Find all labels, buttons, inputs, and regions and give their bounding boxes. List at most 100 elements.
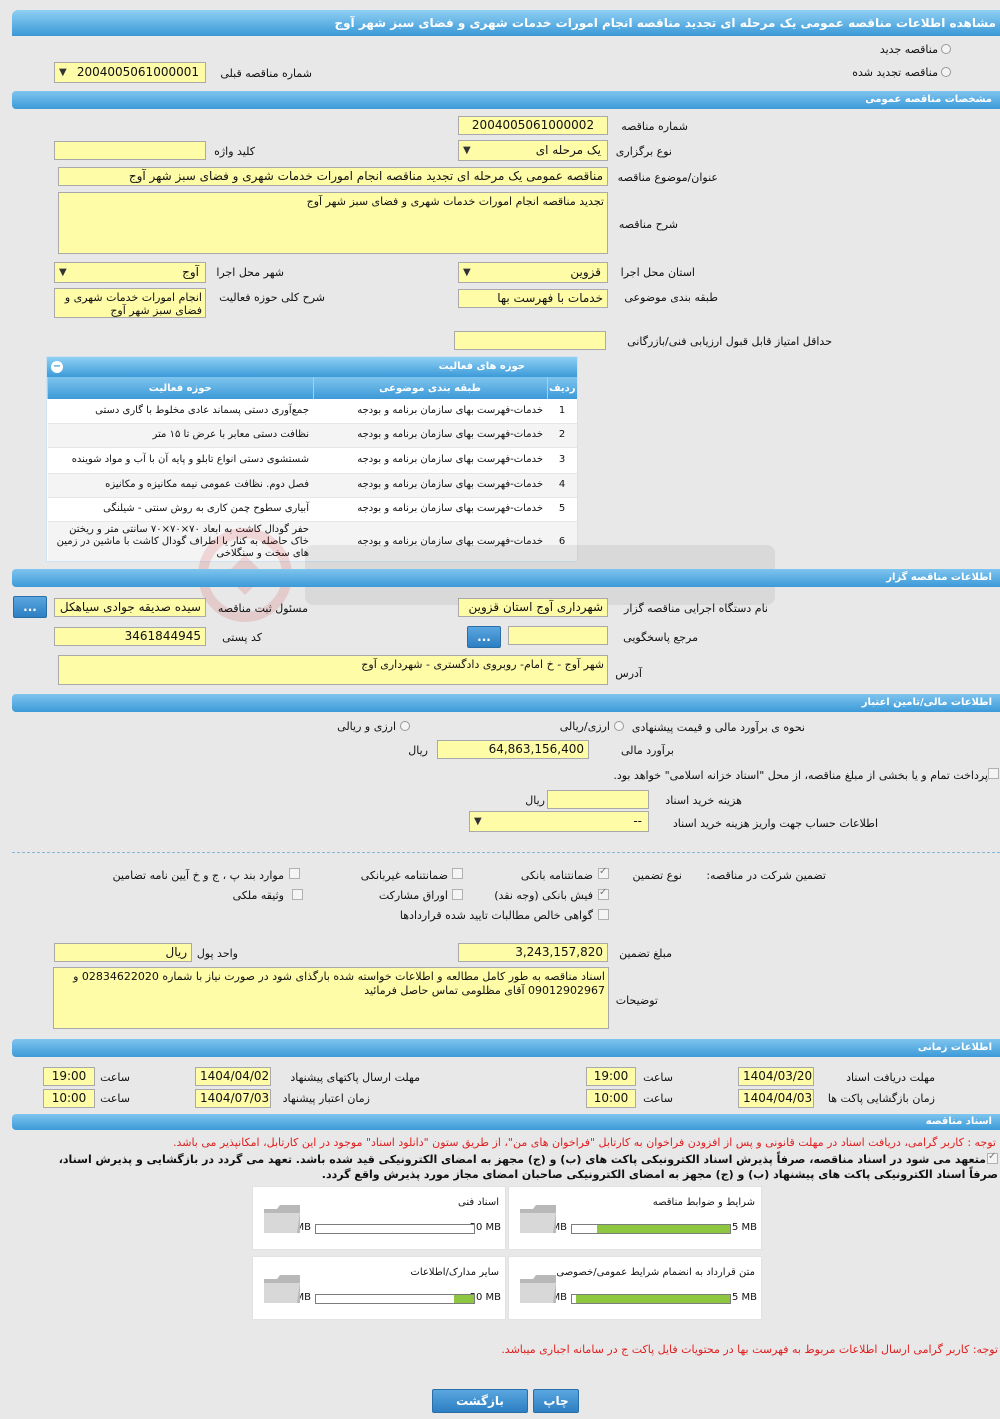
open-time-field[interactable]: 10:00	[586, 1089, 636, 1108]
clauses-checkbox[interactable]	[289, 868, 300, 879]
category-label: طبقه بندی موضوعی	[624, 291, 718, 304]
back-button[interactable]: بازگشت	[432, 1389, 528, 1413]
currency-rial-label: ارزی/ریالی	[559, 720, 610, 733]
new-tender-label: مناقصه جدید	[879, 43, 938, 56]
currency-and-rial-radio[interactable]	[400, 721, 410, 731]
estimate-field[interactable]: 64,863,156,400	[437, 740, 589, 759]
row-category: خدمات-فهرست بهای سازمان برنامه و بودجه	[313, 423, 547, 448]
file-card[interactable]: متن قرارداد به انضمام شرایط عمومی/خصوصی …	[508, 1256, 762, 1320]
tender-number-label: شماره مناقصه	[621, 120, 688, 133]
registrar-browse-button[interactable]: ...	[13, 596, 47, 618]
doc-cost-label: هزینه خرید اسناد	[665, 794, 742, 807]
min-score-input[interactable]	[454, 331, 606, 350]
open-label: زمان بازگشایی پاکت ها	[827, 1092, 935, 1105]
keyword-input[interactable]	[54, 141, 206, 160]
receive-time-field[interactable]: 19:00	[586, 1067, 636, 1086]
category-field[interactable]: خدمات با فهرست بها	[458, 289, 608, 308]
cash-checkbox[interactable]	[598, 887, 609, 900]
scope-textarea[interactable]: انجام امورات خدمات شهری و فضای سبز شهر آ…	[54, 288, 206, 318]
address-textarea[interactable]: شهر آوج - خ امام- روبروی دادگستری - شهرد…	[58, 655, 608, 685]
claims-checkbox[interactable]	[598, 909, 609, 920]
property-checkbox[interactable]	[292, 889, 303, 900]
validity-label: زمان اعتبار پیشنهاد	[282, 1092, 370, 1105]
currency-rial-radio[interactable]	[614, 721, 624, 731]
col-category: طبقه بندی موضوعی	[312, 377, 547, 399]
estimate-unit: ریال	[408, 744, 428, 757]
folder-icon	[264, 1205, 300, 1233]
renewed-tender-radio[interactable]	[941, 67, 951, 77]
print-button[interactable]: چاپ	[533, 1389, 579, 1413]
description-label: شرح مناقصه	[618, 218, 678, 231]
table-row: 2 خدمات-فهرست بهای سازمان برنامه و بودجه ن…	[47, 423, 577, 448]
tender-number-field[interactable]: 2004005061000002	[458, 116, 608, 135]
section-general: مشخصات مناقصه عمومی	[12, 91, 1000, 109]
nonbank-guarantee-checkbox[interactable]	[452, 868, 463, 879]
submit-time-label: ساعت	[100, 1071, 130, 1084]
file-card[interactable]: سایر مدارک/اطلاعات 50 MB 6.26 MB	[252, 1256, 506, 1320]
section-organizer: اطلاعات مناقصه گزار	[12, 569, 1000, 587]
guarantee-title: تضمین شرکت در مناقصه:	[706, 869, 826, 882]
postal-field[interactable]: 3461844945	[54, 627, 206, 646]
type-label: نوع برگزاری	[615, 145, 672, 158]
row-number: 1	[547, 399, 577, 424]
min-score-label: حداقل امتیاز قابل قبول ارزیابی فنی/بازرگ…	[627, 335, 832, 348]
new-tender-radio[interactable]	[941, 44, 951, 54]
file-card[interactable]: اسناد فنی 50 MB 0 MB	[252, 1186, 506, 1250]
file-card[interactable]: شرایط و ضوابط مناقصه 5 MB 4.2 MB	[508, 1186, 762, 1250]
claims-label: گواهی خالص مطالبات تایید شده قراردادها	[399, 909, 593, 922]
file-name: سایر مدارک/اطلاعات	[410, 1267, 499, 1278]
prev-number-value: 2004005061000001	[76, 65, 199, 79]
collapse-icon[interactable]: −	[51, 361, 63, 373]
row-number: 3	[547, 447, 577, 474]
file-progress-fill	[597, 1225, 730, 1233]
city-value: آوج	[182, 265, 199, 279]
subject-input[interactable]: مناقصه عمومی یک مرحله ای تجدید مناقصه ان…	[58, 167, 608, 186]
bonds-checkbox[interactable]	[452, 889, 463, 900]
guarantee-amount-field[interactable]: 3,243,157,820	[458, 943, 608, 962]
notes-textarea[interactable]: اسناد مناقصه به طور کامل مطالعه و اطلاعا…	[53, 967, 609, 1029]
validity-date-field[interactable]: 1404/07/03	[195, 1089, 271, 1108]
submit-date-field[interactable]: 1404/04/02	[195, 1067, 271, 1086]
commit-checkbox[interactable]	[987, 1151, 998, 1164]
prev-number-select[interactable]: 2004005061000001 ▼	[54, 62, 206, 83]
responder-label: مرجع پاسخگویی	[623, 631, 698, 644]
guarantee-amount-label: مبلغ تضمین	[619, 947, 672, 960]
renewed-tender-label: مناقصه تجدید شده	[852, 66, 938, 79]
docs-note: توجه : کاربر گرامی، دریافت اسناد در مهلت…	[172, 1136, 996, 1149]
account-select[interactable]: -- ▼	[469, 811, 649, 832]
bank-guarantee-checkbox[interactable]	[598, 866, 609, 879]
file-progress-fill	[575, 1295, 730, 1303]
col-activity: حوزه فعالیت	[47, 377, 313, 399]
receive-date-field[interactable]: 1404/03/20	[738, 1067, 814, 1086]
org-field[interactable]: شهرداری آوج استان قزوین	[458, 598, 608, 617]
row-activity: جمع‌آوری دستی پسماند عادی مخلوط با گاری …	[47, 399, 313, 424]
treasury-label: پرداخت تمام و یا بخشی از مبلغ مناقصه، از…	[613, 769, 988, 782]
row-number: 4	[547, 473, 577, 498]
row-activity: شستشوی دستی انواع تابلو و پایه آن با آب …	[47, 447, 313, 474]
doc-cost-input[interactable]	[547, 790, 649, 809]
responder-field[interactable]	[508, 626, 608, 645]
province-label: استان محل اجرا	[620, 266, 695, 279]
currency-field[interactable]: ریال	[54, 943, 192, 962]
submit-time-field[interactable]: 19:00	[43, 1067, 95, 1086]
open-date-field[interactable]: 1404/04/03	[738, 1089, 814, 1108]
prev-number-label: شماره مناقصه قبلی	[220, 67, 312, 80]
description-textarea[interactable]: تجدید مناقصه انجام امورات خدمات شهری و ف…	[58, 192, 608, 254]
file-progress	[315, 1224, 475, 1234]
type-select[interactable]: یک مرحله ای ▼	[458, 140, 608, 161]
responder-browse-button[interactable]: ...	[467, 626, 501, 648]
validity-time-field[interactable]: 10:00	[43, 1089, 95, 1108]
treasury-checkbox[interactable]	[988, 768, 999, 779]
row-category: خدمات-فهرست بهای سازمان برنامه و بودجه	[313, 447, 547, 474]
col-row: ردیف	[546, 377, 577, 399]
section-timing: اطلاعات زمانی	[12, 1039, 1000, 1057]
row-category: خدمات-فهرست بهای سازمان برنامه و بودجه	[313, 473, 547, 498]
registrar-field[interactable]: سیده صدیقه جوادی سیاهکل	[54, 598, 206, 617]
province-value: قزوین	[570, 265, 601, 279]
property-label: وثیقه ملکی	[232, 889, 284, 902]
city-select[interactable]: آوج ▼	[54, 262, 206, 283]
clauses-label: موارد بند پ ، ج و خ آیین نامه تضامین	[112, 869, 284, 882]
province-select[interactable]: قزوین ▼	[458, 262, 608, 283]
commit-text-2: صرفاً اسناد الکترونیکی پاکت های پیشنهاد …	[321, 1168, 998, 1181]
estimate-method-label: نحوه ی برآورد مالی و قیمت پیشنهادی	[631, 721, 805, 734]
